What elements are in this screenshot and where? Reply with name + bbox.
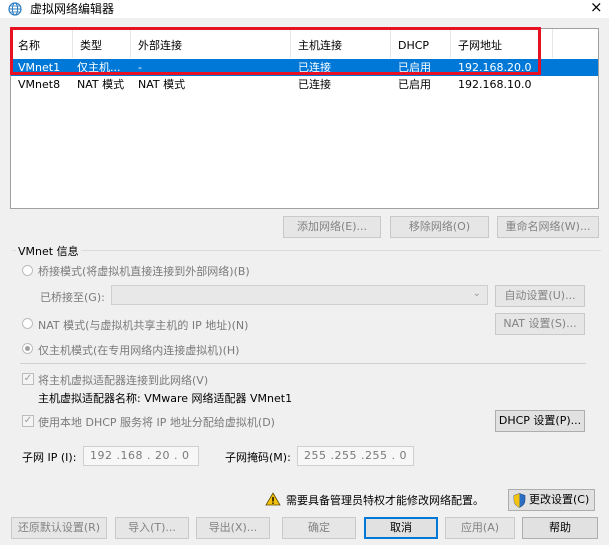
apply-button[interactable]: 应用(A) (445, 517, 515, 539)
restore-defaults-button[interactable]: 还原默认设置(R) (11, 517, 107, 539)
warning-icon (265, 492, 281, 506)
remove-network-button[interactable]: 移除网络(O) (390, 216, 489, 238)
export-button[interactable]: 导出(X)... (196, 517, 270, 539)
subnet-ip-input[interactable]: 192 .168 . 20 . 0 (83, 446, 199, 466)
connect-adapter-checkbox[interactable]: ✓ (22, 373, 34, 385)
nat-mode-radio[interactable] (22, 318, 33, 329)
title-bar: 虚拟网络编辑器 × (0, 0, 609, 18)
window-title: 虚拟网络编辑器 (30, 2, 115, 16)
ok-button[interactable]: 确定 (282, 517, 356, 539)
change-settings-label: 更改设置(C) (529, 493, 590, 506)
add-network-button[interactable]: 添加网络(E)... (283, 216, 381, 238)
rename-network-button[interactable]: 重命名网络(W)... (497, 216, 599, 238)
subnet-mask-input[interactable]: 255 .255 .255 . 0 (297, 446, 414, 466)
close-icon[interactable]: × (590, 0, 603, 16)
highlight-box (10, 27, 541, 75)
section-separator (20, 363, 586, 364)
shield-icon (513, 493, 526, 508)
adapter-name-text: 主机虚拟适配器名称: VMware 网络适配器 VMnet1 (38, 392, 293, 405)
bridge-mode-radio[interactable] (22, 265, 33, 276)
use-dhcp-checkbox[interactable]: ✓ (22, 415, 34, 427)
host-only-mode-label: 仅主机模式(在专用网络内连接虚拟机)(H) (38, 344, 240, 357)
cell-dhcp: 已启用 (398, 78, 431, 91)
use-dhcp-label: 使用本地 DHCP 服务将 IP 地址分配给虚拟机(D) (38, 416, 275, 429)
table-row[interactable]: VMnet8 NAT 模式 NAT 模式 已连接 已启用 192.168.10.… (11, 76, 598, 93)
connect-adapter-label: 将主机虚拟适配器连接到此网络(V) (38, 374, 209, 387)
auto-settings-button[interactable]: 自动设置(U)... (495, 285, 585, 307)
nat-mode-label: NAT 模式(与虚拟机共享主机的 IP 地址)(N) (38, 319, 249, 332)
nat-settings-button[interactable]: NAT 设置(S)... (495, 313, 585, 335)
globe-icon (8, 2, 22, 16)
bridged-to-select[interactable]: ⌄ (111, 285, 488, 305)
cell-subnet: 192.168.10.0 (458, 78, 532, 91)
bridge-mode-label: 桥接模式(将虚拟机直接连接到外部网络)(B) (38, 265, 250, 278)
import-button[interactable]: 导入(T)... (115, 517, 189, 539)
cell-external: NAT 模式 (138, 78, 186, 91)
subnet-mask-label: 子网掩码(M): (225, 451, 291, 464)
chevron-down-icon: ⌄ (472, 288, 481, 299)
cell-name: VMnet8 (18, 78, 61, 91)
help-button[interactable]: 帮助 (522, 517, 598, 539)
vmnet-info-label: VMnet 信息 (16, 243, 81, 259)
change-settings-button[interactable]: 更改设置(C) (508, 489, 595, 511)
cell-type: NAT 模式 (77, 78, 125, 91)
cell-host: 已连接 (298, 78, 331, 91)
dhcp-settings-button[interactable]: DHCP 设置(P)... (495, 410, 585, 432)
subnet-ip-label: 子网 IP (I): (22, 451, 77, 464)
group-divider (12, 250, 601, 251)
cancel-button[interactable]: 取消 (364, 517, 438, 539)
host-only-mode-radio[interactable] (22, 343, 33, 354)
bridged-to-label: 已桥接至(G): (40, 291, 105, 304)
admin-notice-text: 需要具备管理员特权才能修改网络配置。 (286, 494, 484, 507)
